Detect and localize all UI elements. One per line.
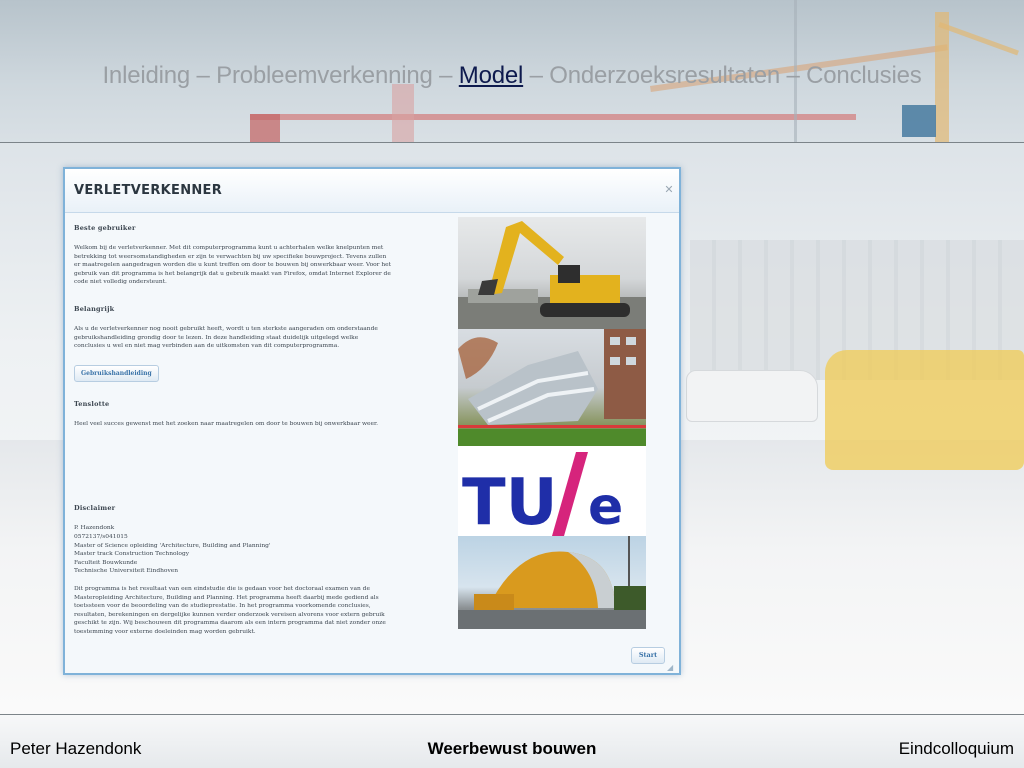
excavator-photo — [458, 217, 646, 329]
text-line: conclusies u wel en niet mag verbinden a… — [74, 343, 340, 350]
nav-item-conclusies: Conclusies — [806, 62, 922, 89]
nav-separator: – — [190, 62, 217, 89]
text-line: P. Hazendonk — [74, 525, 115, 532]
dialog-title: VERLETVERKENNER — [74, 183, 223, 198]
construction-tent-photo — [458, 536, 646, 629]
text-line: Welkom bij de verletverkenner. Met dit c… — [74, 245, 384, 251]
text-line: resultaten, berekeningen en dergelijke k… — [74, 611, 385, 618]
nav-item-onderzoeksresultaten: Onderzoeksresultaten — [549, 62, 781, 89]
text-line: geschikt te zijn. Wij beschouwen dit pro… — [74, 620, 386, 627]
dialog-content: Beste gebruiker Welkom bij de verletverk… — [74, 224, 449, 636]
close-icon[interactable]: ✕ — [664, 185, 674, 196]
white-van — [686, 370, 818, 422]
dialog-header: VERLETVERKENNER ✕ — [65, 169, 679, 213]
nav-separator: – — [780, 62, 807, 89]
construction-tent-illustration — [458, 536, 646, 629]
breadcrumb-nav: Inleiding – Probleemverkenning – Model –… — [0, 62, 1024, 90]
paragraph-tenslotte: Heel veel succes gewenst met het zoeken … — [74, 420, 449, 429]
tue-logo-tu: TU — [462, 466, 558, 536]
collapsed-building-illustration — [458, 329, 646, 446]
text-line: Dit programma is het resultaat van een e… — [74, 585, 370, 592]
section-heading-tenslotte: Tenslotte — [74, 399, 110, 408]
text-line: gebruikshandleiding grondig door te leze… — [74, 334, 359, 341]
paragraph-welkom: Welkom bij de verletverkenner. Met dit c… — [74, 244, 449, 287]
text-line: Masteropleiding Architecture, Building a… — [74, 594, 379, 601]
disclaimer-paragraph: Dit programma is het resultaat van een e… — [74, 585, 449, 637]
section-heading-disclaimer: Disclaimer — [74, 504, 116, 513]
gebruikshandleiding-button[interactable]: Gebruikshandleiding — [74, 364, 159, 382]
start-button[interactable]: Start — [631, 647, 665, 664]
disclaimer-author-block: P. Hazendonk 0572137/s041015 Master of S… — [74, 524, 449, 576]
nav-separator: – — [523, 62, 550, 89]
tue-logo: TU e — [458, 446, 646, 536]
text-line: toestemming voor externe doeleinden mag … — [74, 628, 256, 635]
section-heading-beste-gebruiker: Beste gebruiker — [74, 224, 136, 232]
resize-grip-icon[interactable]: ◢ — [667, 663, 677, 673]
photo-column: TU e — [458, 217, 646, 629]
tue-logo-e: e — [588, 477, 623, 536]
slide-footer: Peter Hazendonk Weerbewust bouwen Eindco… — [0, 715, 1024, 768]
text-line: Master track Construction Technology — [74, 551, 190, 558]
text-line: betrekking tot weersomstandigheden er zi… — [74, 253, 387, 260]
paragraph-belangrijk: Als u de verletverkenner nog nooit gebru… — [74, 325, 449, 351]
text-line: Heel veel succes gewenst met het zoeken … — [74, 420, 379, 427]
header-divider — [0, 142, 1024, 143]
text-line: Technische Universiteit Eindhoven — [74, 568, 179, 575]
text-line: Faculteit Bouwkunde — [74, 559, 138, 566]
collapsed-building-photo — [458, 329, 646, 446]
tue-logo-graphic: TU e — [462, 452, 623, 536]
section-heading-belangrijk: Belangrijk — [74, 304, 115, 313]
text-line: toetssteen voor de beoordeling van de st… — [74, 603, 371, 610]
text-line: 0572137/s041015 — [74, 533, 128, 540]
text-line: gebruik van dit programma is het belangr… — [74, 270, 391, 277]
nav-item-model: Model — [458, 62, 524, 89]
verletverkenner-dialog: VERLETVERKENNER ✕ Beste gebruiker Welkom… — [63, 167, 681, 675]
yellow-van — [825, 350, 1024, 470]
nav-separator: – — [432, 62, 459, 89]
text-line: Master of Science opleiding 'Architectur… — [74, 542, 271, 549]
text-line: er maatregelen aangedragen worden die u … — [74, 262, 391, 269]
text-line: Als u de verletverkenner nog nooit gebru… — [74, 325, 378, 332]
text-line: code niet volledig ondersteunt. — [74, 279, 167, 286]
footer-title: Weerbewust bouwen — [427, 739, 597, 758]
nav-item-inleiding: Inleiding — [102, 62, 191, 89]
excavator-illustration — [458, 221, 646, 329]
nav-item-probleemverkenning: Probleemverkenning — [216, 62, 433, 89]
footer-event: Eindcolloquium — [898, 739, 1014, 758]
